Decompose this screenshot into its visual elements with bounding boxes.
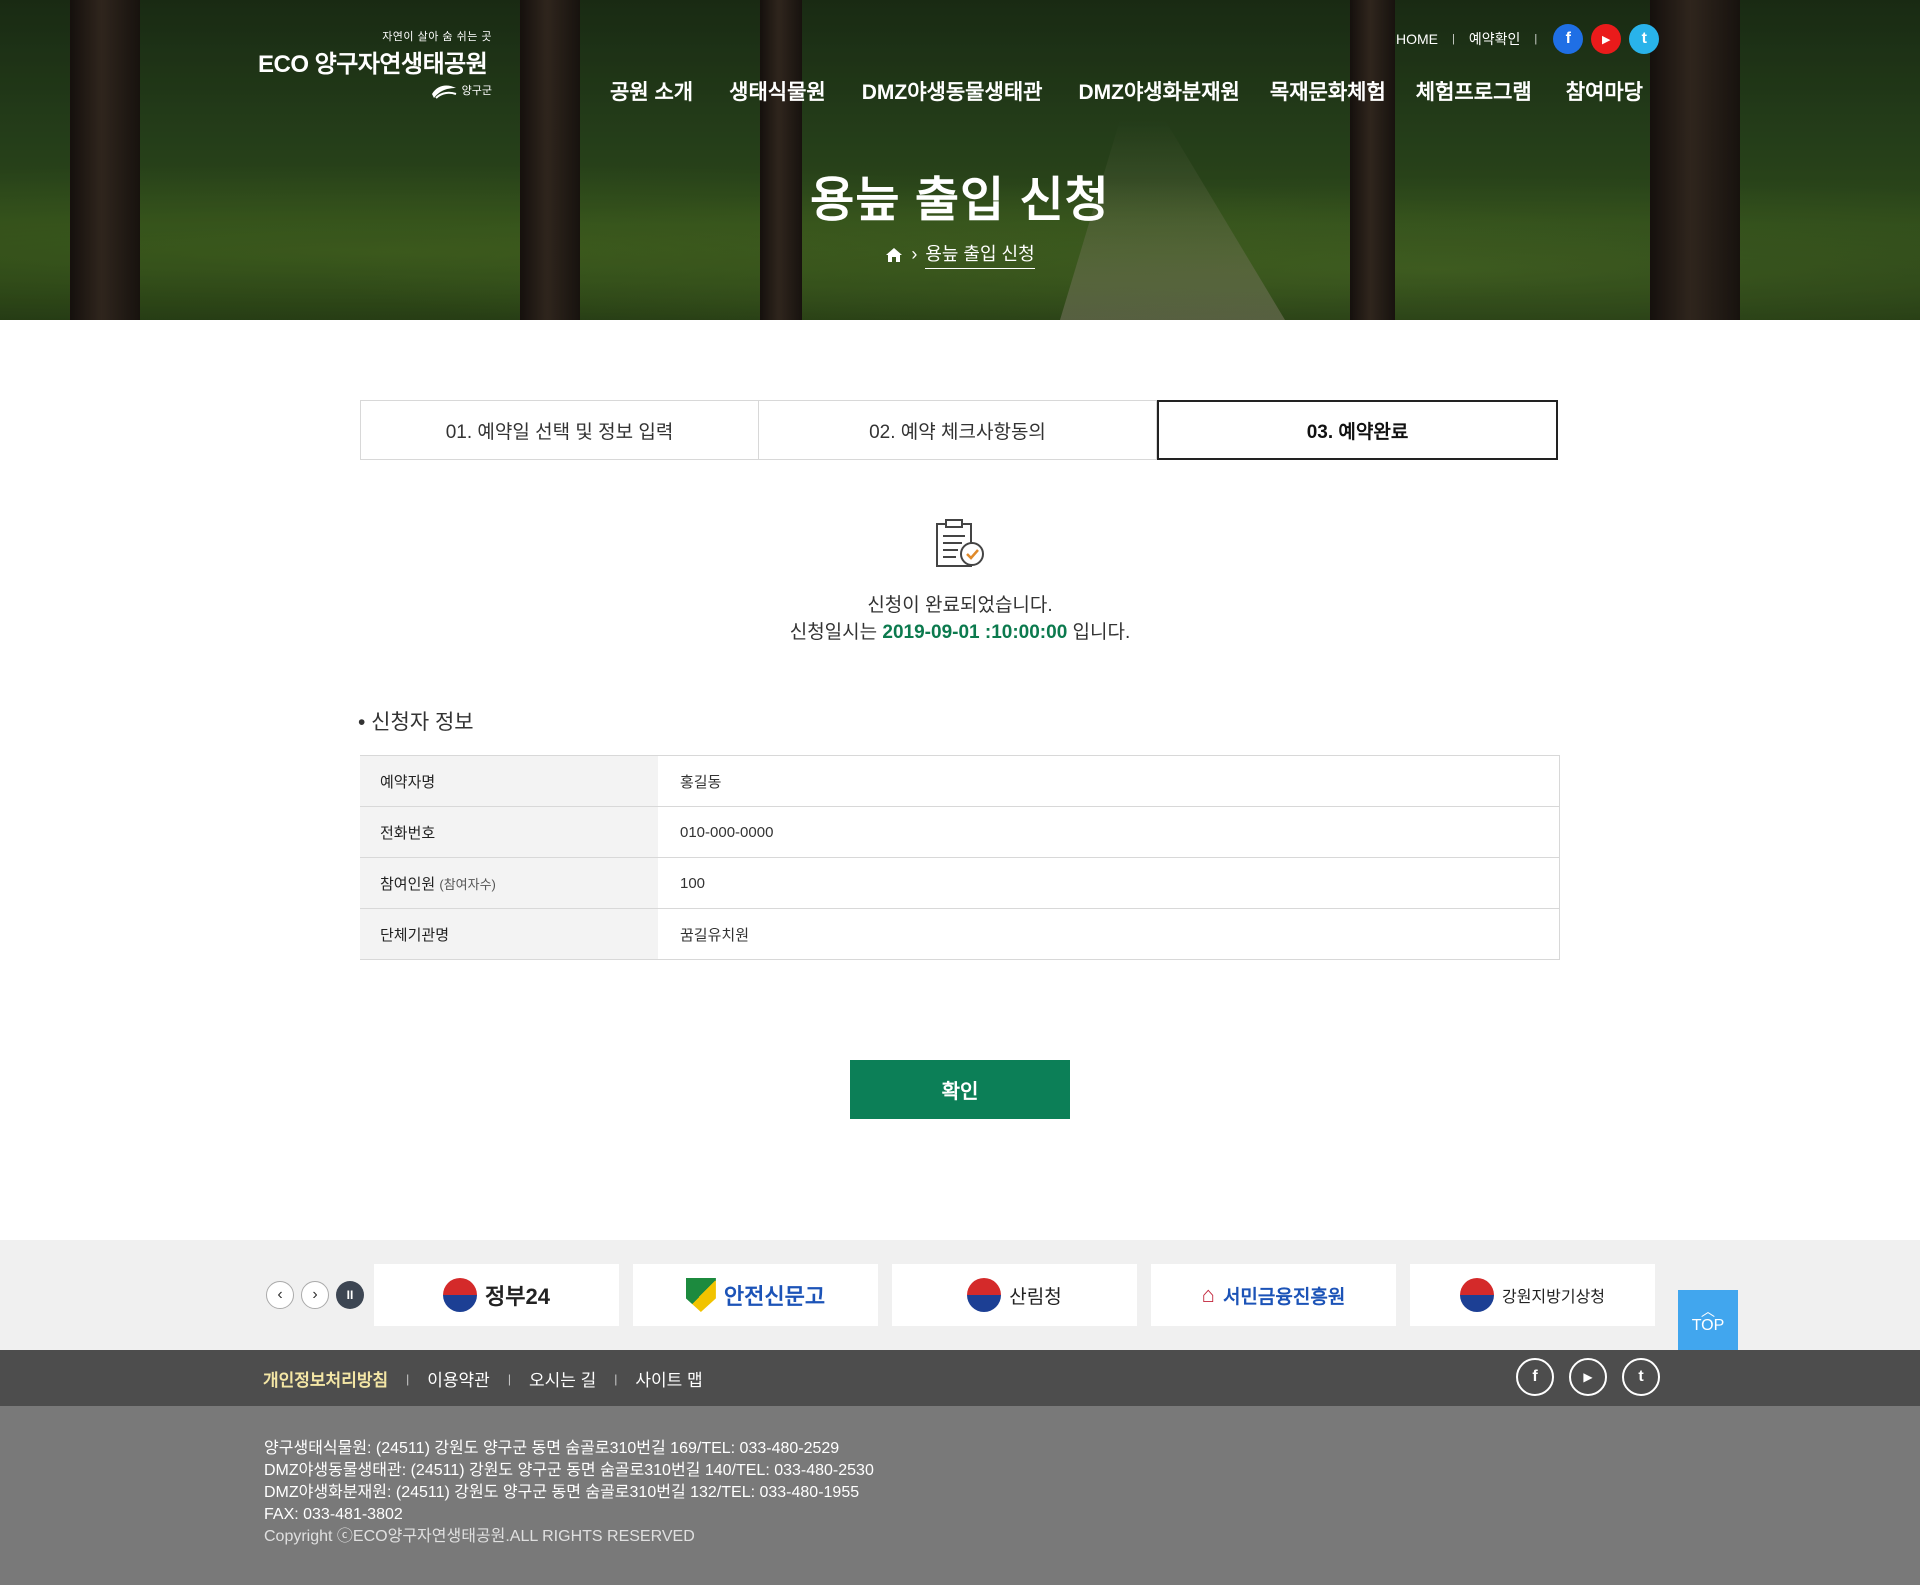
footer-address-block: 양구생태식물원: (24511) 강원도 양구군 동면 숨골로310번길 169…: [264, 1438, 874, 1548]
breadcrumb: › 용늪 출입 신청: [0, 240, 1920, 269]
weather-agency-logo[interactable]: 강원지방기상청: [1410, 1264, 1655, 1326]
nav-dmz-wildlife[interactable]: DMZ야생동물생태관: [862, 76, 1043, 106]
county-name: 양구군: [461, 85, 492, 97]
nav-park-intro[interactable]: 공원 소개: [610, 76, 693, 106]
hero-banner: 자연이 살아 숨 쉬는 곳 ECO 양구자연생태공원 양구군 HOME | 예약…: [0, 0, 1920, 320]
banner-prev-button[interactable]: ‹: [266, 1281, 294, 1309]
yanggu-mark-icon: [431, 85, 456, 99]
participant-count: 100: [658, 857, 1560, 909]
terms-link[interactable]: 이용약관: [427, 1366, 490, 1391]
logo-name: ECO 양구자연생태공원: [258, 51, 488, 78]
table-row: 참여인원 (참여자수) 100: [360, 857, 1560, 909]
safety-report-logo[interactable]: 안전신문고: [633, 1264, 878, 1326]
datetime-prefix: 신청일시는: [789, 622, 883, 643]
table-row: 전화번호 010-000-0000: [360, 806, 1560, 858]
request-datetime: 2019-09-01 :10:00:00: [882, 622, 1068, 643]
applicant-section-title: • 신청자 정보: [358, 711, 474, 734]
reservation-check-link[interactable]: 예약확인: [1469, 29, 1521, 49]
banner-next-button[interactable]: ›: [301, 1281, 329, 1309]
forest-service-label: 산림청: [1009, 1286, 1062, 1308]
weather-agency-label: 강원지방기상청: [1501, 1289, 1606, 1306]
partner-banner: ‹ › II 정부24 안전신문고 산림청 ⌂ 서민금융진흥원 강원지방기상청: [0, 1240, 1920, 1350]
utility-nav: HOME | 예약확인 | f ▶ t: [1396, 24, 1660, 54]
home-icon[interactable]: [885, 246, 903, 264]
phone-number: 010-000-0000: [658, 806, 1560, 858]
youtube-icon[interactable]: ▶: [1591, 24, 1622, 54]
page-title: 용늪 출입 신청: [810, 174, 1110, 227]
step-3: 03. 예약완료: [1157, 400, 1558, 460]
nav-programs[interactable]: 체험프로그램: [1416, 76, 1532, 106]
gov24-logo[interactable]: 정부24: [374, 1264, 619, 1326]
nav-participation[interactable]: 참여마당: [1566, 76, 1643, 106]
row-label: 예약자명: [360, 755, 658, 807]
step-1: 01. 예약일 선택 및 정보 입력: [360, 400, 759, 460]
copyright: Copyright ⓒECO양구자연생태공원.ALL RIGHTS RESERV…: [264, 1528, 695, 1545]
organization-name: 꿈길유치원: [658, 908, 1560, 960]
divider: |: [406, 1371, 410, 1386]
row-label-note: (참여자수): [439, 876, 496, 892]
completion-message: 신청이 완료되었습니다. 신청일시는 2019-09-01 :10:00:00 …: [0, 592, 1920, 646]
banner-pause-button[interactable]: II: [336, 1281, 364, 1309]
request-datetime-line: 신청일시는 2019-09-01 :10:00:00 입니다.: [0, 619, 1920, 646]
twitter-icon[interactable]: t: [1629, 24, 1660, 54]
facebook-icon[interactable]: f: [1516, 1358, 1554, 1396]
youtube-icon[interactable]: ▶: [1569, 1358, 1607, 1396]
divider: |: [614, 1371, 618, 1386]
row-label: 전화번호: [360, 806, 658, 858]
chevron-up-icon: ︿: [1701, 1303, 1715, 1319]
applicant-name: 홍길동: [658, 755, 1560, 807]
forest-service-logo[interactable]: 산림청: [892, 1264, 1137, 1326]
taegeuk-icon: [967, 1278, 1002, 1312]
footer-nav-bar: 개인정보처리방침 | 이용약관 | 오시는 길 | 사이트 맵 f ▶ t: [0, 1350, 1920, 1406]
applicant-info-table: 예약자명 홍길동 전화번호 010-000-0000 참여인원 (참여자수) 1…: [360, 755, 1560, 960]
breadcrumb-current[interactable]: 용늪 출입 신청: [925, 240, 1035, 269]
nav-dmz-wildflower[interactable]: DMZ야생화분재원: [1078, 76, 1239, 106]
main-nav: 공원 소개 생태식물원 DMZ야생동물생태관 DMZ야생화분재원 목재문화체험 …: [610, 76, 1643, 106]
facebook-icon[interactable]: f: [1553, 24, 1584, 54]
nav-wood-culture[interactable]: 목재문화체험: [1270, 76, 1386, 106]
datetime-suffix: 입니다.: [1067, 622, 1131, 643]
footer-social: f ▶ t: [1516, 1358, 1660, 1396]
address-line: 양구생태식물원: (24511) 강원도 양구군 동면 숨골로310번길 169…: [264, 1440, 840, 1457]
partner-logos: 정부24 안전신문고 산림청 ⌂ 서민금융진흥원 강원지방기상청: [374, 1264, 1655, 1326]
completion-text: 신청이 완료되었습니다.: [867, 595, 1053, 616]
address-line: DMZ야생동물생태관: (24511) 강원도 양구군 동면 숨골로310번길 …: [264, 1462, 874, 1479]
taegeuk-icon: [443, 1278, 478, 1312]
house-icon: ⌂: [1201, 1282, 1215, 1307]
safety-report-label: 안전신문고: [723, 1284, 826, 1309]
finance-agency-label: 서민금융진흥원: [1222, 1286, 1346, 1308]
logo-tagline: 자연이 살아 숨 쉬는 곳: [382, 31, 492, 43]
shield-icon: [685, 1278, 716, 1312]
header-social: f ▶ t: [1553, 24, 1660, 54]
sitemap-link[interactable]: 사이트 맵: [635, 1366, 702, 1391]
twitter-icon[interactable]: t: [1622, 1358, 1660, 1396]
row-label: 단체기관명: [360, 908, 658, 960]
table-row: 예약자명 홍길동: [360, 755, 1560, 807]
chevron-right-icon: ›: [911, 244, 918, 264]
footer-info: 양구생태식물원: (24511) 강원도 양구군 동면 숨골로310번길 169…: [0, 1406, 1920, 1585]
directions-link[interactable]: 오시는 길: [529, 1366, 596, 1391]
scroll-top-button[interactable]: ︿ TOP: [1678, 1290, 1738, 1350]
row-label: 참여인원 (참여자수): [360, 857, 658, 909]
step-indicator: 01. 예약일 선택 및 정보 입력 02. 예약 체크사항동의 03. 예약완…: [360, 400, 1558, 460]
footer-links: 개인정보처리방침 | 이용약관 | 오시는 길 | 사이트 맵: [263, 1366, 703, 1391]
privacy-policy-link[interactable]: 개인정보처리방침: [263, 1366, 388, 1391]
county-logo: 양구군: [430, 80, 492, 100]
top-label: TOP: [1691, 1317, 1725, 1334]
confirm-button[interactable]: 확인: [850, 1060, 1070, 1119]
divider: |: [1452, 33, 1455, 45]
divider: |: [1534, 33, 1538, 45]
table-row: 단체기관명 꿈길유치원: [360, 908, 1560, 960]
address-line: DMZ야생화분재원: (24511) 강원도 양구군 동면 숨골로310번길 1…: [264, 1484, 860, 1501]
divider: |: [507, 1371, 511, 1386]
step-2: 02. 예약 체크사항동의: [759, 400, 1157, 460]
taegeuk-icon: [1459, 1278, 1494, 1312]
finance-agency-logo[interactable]: ⌂ 서민금융진흥원: [1151, 1264, 1396, 1326]
fax-line: FAX: 033-481-3802: [264, 1506, 403, 1523]
gov24-label: 정부24: [485, 1284, 550, 1309]
clipboard-check-icon: [936, 519, 984, 567]
home-link[interactable]: HOME: [1396, 31, 1438, 47]
site-logo[interactable]: 자연이 살아 숨 쉬는 곳 ECO 양구자연생태공원 양구군: [258, 28, 498, 108]
nav-botanical-garden[interactable]: 생태식물원: [729, 76, 826, 106]
